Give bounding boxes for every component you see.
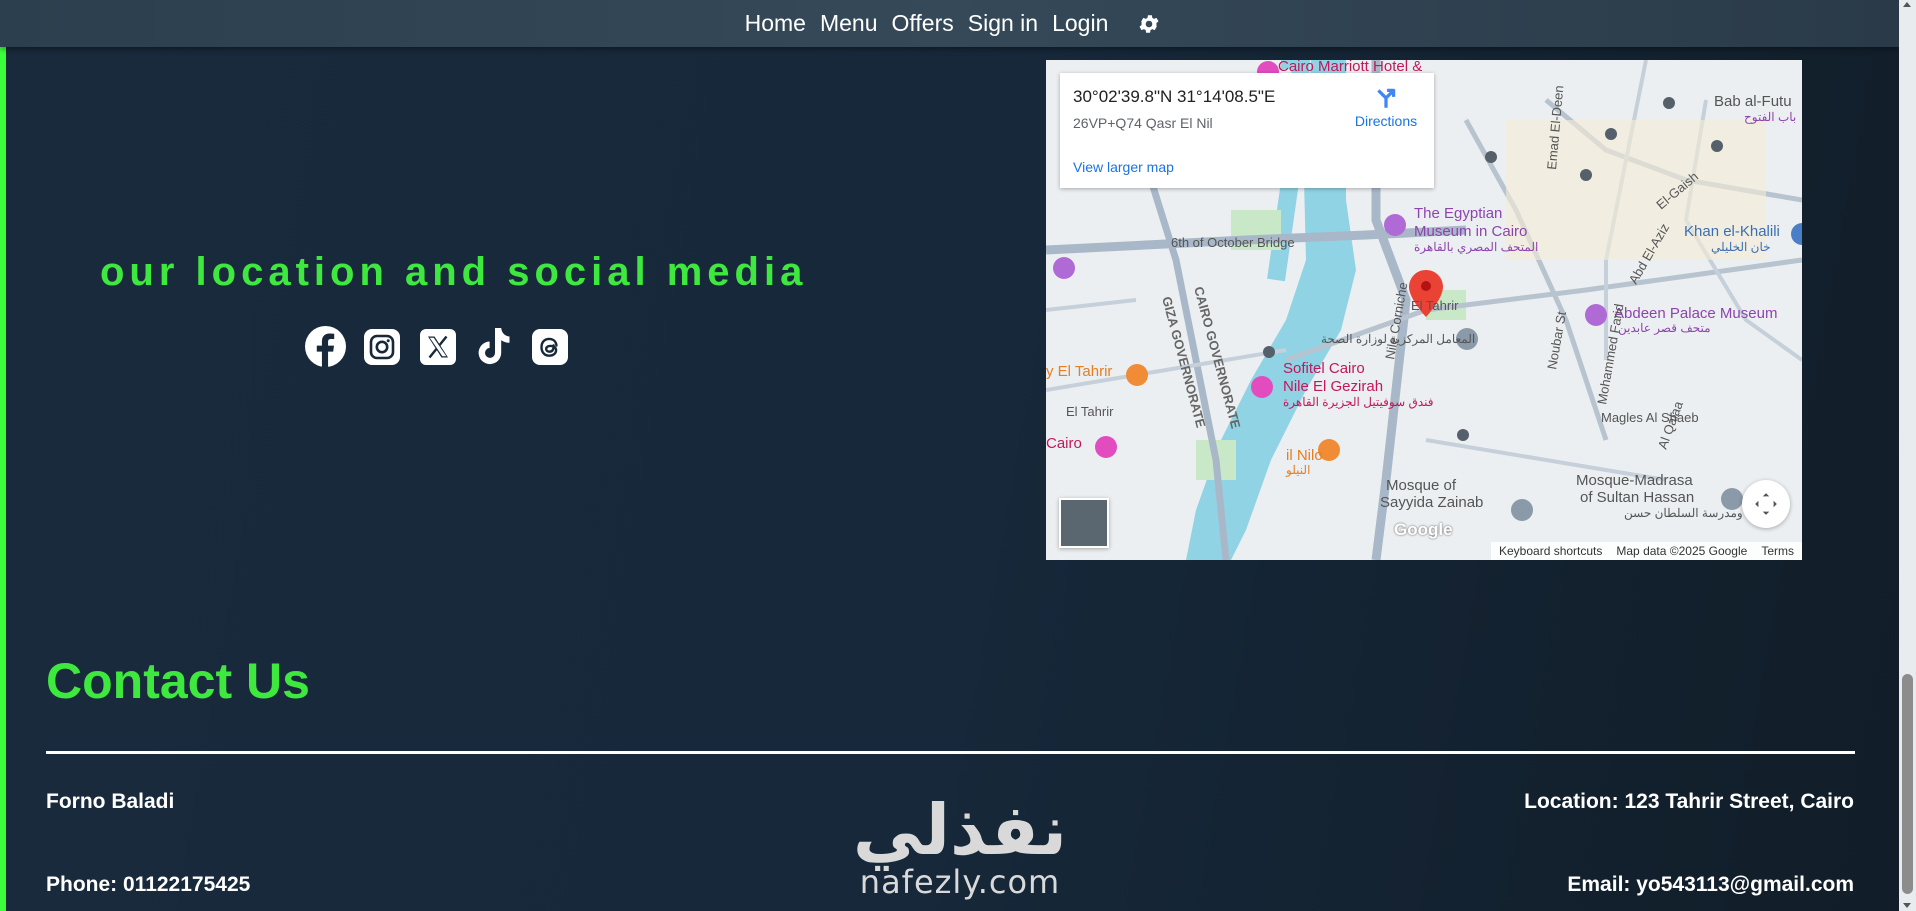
- map-label-sofitel2: Nile El Gezirah: [1283, 378, 1383, 395]
- map-label-museum: The Egyptian: [1414, 205, 1502, 222]
- nafezly-watermark: نفذلي nafezly.com: [850, 795, 1070, 899]
- map-info-card: 30°02'39.8"N 31°14'08.5"E 26VP+Q74 Qasr …: [1060, 73, 1434, 188]
- fullscreen-icon: [1755, 493, 1777, 515]
- instagram-icon[interactable]: [361, 326, 402, 367]
- contact-location: Location: 123 Tahrir Street, Cairo: [1524, 790, 1854, 813]
- map-label-el-tahrir: El Tahrir: [1411, 298, 1459, 313]
- map-label-sultan: Mosque-Madrasa: [1576, 472, 1693, 489]
- map-label-nilo-ar: النيلو: [1285, 463, 1310, 477]
- map-label-museum-ar: المتحف المصري بالقاهرة: [1414, 240, 1538, 254]
- map-label-nilo: il Nilo: [1286, 447, 1323, 464]
- nav-login-link[interactable]: Login: [1052, 10, 1108, 37]
- map-label-sofitel: Sofitel Cairo: [1283, 360, 1365, 377]
- watermark-arabic: نفذلي: [852, 789, 1068, 871]
- map-label-mosque: Mosque of: [1386, 477, 1457, 494]
- map-footer: Keyboard shortcuts Map data ©2025 Google…: [1491, 542, 1802, 560]
- nav-signin-link[interactable]: Sign in: [968, 10, 1038, 37]
- terms-link[interactable]: Terms: [1761, 544, 1794, 558]
- map-label-october: 6th of October Bridge: [1171, 235, 1295, 250]
- nav-offers-link[interactable]: Offers: [892, 10, 954, 37]
- map-label-tahrir-w: y El Tahrir: [1046, 363, 1112, 380]
- map-label-sofitel-ar: فندق سوفيتيل الجزيرة القاهرة: [1283, 395, 1433, 409]
- map-label-mosque2: Sayyida Zainab: [1380, 494, 1483, 511]
- tiktok-icon[interactable]: [473, 326, 514, 367]
- directions-button[interactable]: Directions: [1346, 85, 1426, 129]
- map-data-text: Map data ©2025 Google: [1616, 544, 1748, 558]
- threads-icon[interactable]: [529, 326, 570, 367]
- map-label-khan: Khan el-Khalili: [1684, 223, 1780, 240]
- left-accent-bar: [0, 0, 6, 911]
- contact-divider: [46, 751, 1855, 754]
- nav-menu-link[interactable]: Menu: [820, 10, 878, 37]
- map-label-abdeen: Abdeen Palace Museum: [1614, 305, 1777, 322]
- watermark-latin: nafezly.com: [859, 863, 1061, 901]
- location-social-heading: our location and social media: [100, 250, 808, 294]
- map-label-abdeen-ar: متحف قصر عابدين: [1618, 321, 1711, 335]
- map-label-tahrir-w2: El Tahrir: [1066, 404, 1114, 419]
- view-larger-map-link[interactable]: View larger map: [1073, 159, 1174, 175]
- map-label-sultan2: of Sultan Hassan: [1580, 489, 1694, 506]
- map-label-magles: Magles Al Shaeb: [1601, 410, 1699, 425]
- map-label-bab-ar: باب الفتوح: [1744, 110, 1796, 124]
- page-scrollbar[interactable]: [1899, 0, 1916, 911]
- facebook-icon[interactable]: [305, 326, 346, 367]
- directions-icon: [1377, 88, 1396, 108]
- scroll-down-arrow-icon[interactable]: [1903, 903, 1911, 908]
- keyboard-shortcuts-link[interactable]: Keyboard shortcuts: [1499, 544, 1602, 558]
- google-logo: Google: [1394, 520, 1453, 539]
- contact-email: Email: yo543113@gmail.com: [1567, 873, 1854, 896]
- gear-icon[interactable]: [1137, 12, 1161, 36]
- map-label-khan-ar: خان الخليلي: [1711, 240, 1771, 254]
- directions-label: Directions: [1354, 113, 1418, 129]
- x-icon[interactable]: [417, 326, 458, 367]
- map-label-museum2: Museum in Cairo: [1414, 223, 1527, 240]
- scroll-up-arrow-icon[interactable]: [1903, 2, 1911, 7]
- social-icons: [305, 326, 570, 367]
- contact-phone: Phone: 01122175425: [46, 873, 251, 896]
- nav-home-link[interactable]: Home: [745, 10, 806, 37]
- map-plus-code: 26VP+Q74 Qasr El Nil: [1073, 115, 1213, 131]
- map-label-bab: Bab al-Futu: [1714, 93, 1792, 110]
- business-name: Forno Baladi: [46, 790, 175, 813]
- fullscreen-button[interactable]: [1742, 480, 1790, 528]
- contact-us-heading: Contact Us: [46, 653, 310, 709]
- google-map[interactable]: Cairo Marriott Hotel & The Egyptian Muse…: [1046, 60, 1802, 560]
- map-coordinates: 30°02'39.8"N 31°14'08.5"E: [1073, 87, 1276, 106]
- top-navbar: Home Menu Offers Sign in Login: [0, 0, 1899, 47]
- map-layer-toggle[interactable]: [1059, 498, 1109, 548]
- scrollbar-thumb[interactable]: [1902, 674, 1913, 894]
- map-label-cairo-w: Cairo: [1046, 435, 1082, 452]
